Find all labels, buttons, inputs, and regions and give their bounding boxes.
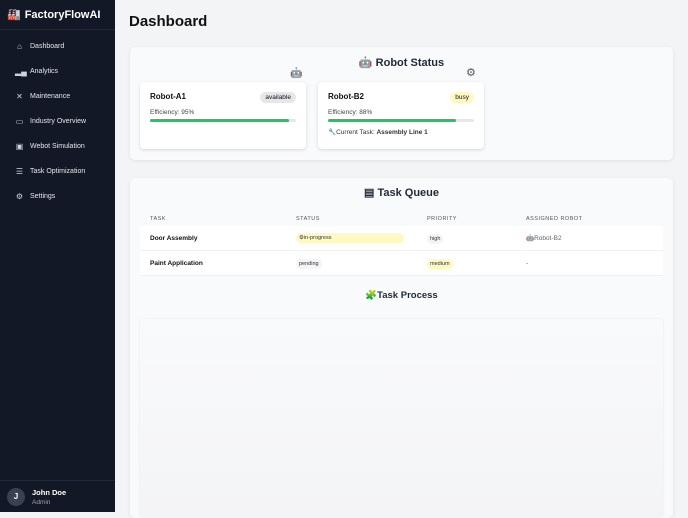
sidebar-item-analytics[interactable]: ▂▄ Analytics bbox=[0, 59, 115, 84]
page-title: Dashboard bbox=[129, 13, 208, 30]
cpu-icon: ▣ bbox=[15, 142, 24, 151]
col-task: TASK bbox=[150, 216, 166, 222]
task-value: Assembly Line 1 bbox=[376, 129, 428, 136]
bar-chart-icon: ▂▄ bbox=[15, 67, 27, 76]
sidebar-item-industry-overview[interactable]: ▭ Industry Overview bbox=[0, 109, 115, 134]
label: Webot Simulation bbox=[30, 143, 85, 150]
efficiency-fill bbox=[150, 119, 289, 122]
status-badge: available bbox=[260, 92, 296, 103]
gear-icon: ⚙ bbox=[15, 192, 24, 201]
sidebar-item-webot-simulation[interactable]: ▣ Webot Simulation bbox=[0, 134, 115, 159]
robot-card[interactable]: Robot-A1 available Efficiency: 95% bbox=[140, 82, 306, 149]
sidebar-item-settings[interactable]: ⚙ Settings bbox=[0, 184, 115, 209]
current-task: 🔧Current Task: Assembly Line 1 bbox=[328, 128, 474, 136]
efficiency-label: Efficiency: 88% bbox=[328, 109, 373, 116]
robot-icon: 🤖 bbox=[358, 57, 373, 69]
table-header: TASK STATUS PRIORITY ASSIGNED ROBOT bbox=[130, 212, 673, 226]
table-row[interactable]: Door Assembly ⚙in-progress high 🤖Robot-B… bbox=[140, 226, 663, 251]
status-text: in-progress bbox=[303, 235, 332, 241]
label: Analytics bbox=[30, 68, 59, 75]
robot-icon: 🤖 bbox=[290, 68, 303, 79]
priority-badge: medium bbox=[427, 258, 453, 269]
efficiency-bar bbox=[328, 119, 474, 122]
robot-status-heading: 🤖 Robot Status bbox=[130, 56, 673, 69]
puzzle-icon: 🧩 bbox=[365, 290, 378, 301]
home-icon: ⌂ bbox=[17, 42, 22, 51]
heading-text: Task Process bbox=[377, 290, 438, 301]
briefcase-icon: ▭ bbox=[15, 117, 24, 126]
robot-status-panel: 🤖 Robot Status 🤖 ⚙ Robot-A1 available Ef… bbox=[130, 47, 673, 160]
label: Settings bbox=[30, 193, 56, 200]
efficiency-bar bbox=[150, 119, 296, 122]
col-robot: ASSIGNED ROBOT bbox=[526, 216, 583, 222]
task-queue-heading: ▤ Task Queue bbox=[130, 186, 673, 199]
wrench-icon: 🔧 bbox=[328, 129, 337, 136]
col-status: STATUS bbox=[296, 216, 320, 222]
app-name: FactoryFlowAI bbox=[24, 8, 101, 21]
tools-icon: ✕ bbox=[16, 92, 23, 101]
sidebar: 🏭 FactoryFlowAI ⌂ Dashboard ▂▄ Analytics ✕ M… bbox=[0, 0, 115, 512]
status-badge: busy bbox=[450, 92, 474, 103]
label: Task Optimization bbox=[30, 168, 86, 175]
label: Dashboard bbox=[30, 43, 65, 50]
brand[interactable]: 🏭 FactoryFlowAI bbox=[0, 0, 115, 30]
assigned-robot: - bbox=[526, 259, 529, 267]
task-queue-panel: ▤ Task Queue TASK STATUS PRIORITY ASSIGN… bbox=[130, 178, 673, 518]
task-name: Paint Application bbox=[150, 259, 203, 267]
sidebar-item-task-optimization[interactable]: ☰ Task Optimization bbox=[0, 159, 115, 184]
user-role: Admin bbox=[32, 498, 51, 506]
efficiency-label: Efficiency: 95% bbox=[150, 109, 195, 116]
factory-icon: 🏭 bbox=[7, 9, 21, 21]
clipboard-icon: ▤ bbox=[363, 187, 375, 199]
robot-icon: 🤖 bbox=[526, 235, 535, 242]
task-process-heading: 🧩Task Process bbox=[130, 290, 673, 301]
task-process-canvas bbox=[140, 319, 663, 518]
label: Maintenance bbox=[30, 93, 71, 100]
sidebar-item-maintenance[interactable]: ✕ Maintenance bbox=[0, 84, 115, 109]
status-badge: ⚙in-progress bbox=[296, 233, 404, 243]
assigned-robot: Robot-B2 bbox=[534, 235, 562, 242]
avatar: J bbox=[7, 487, 25, 506]
table-row[interactable]: Paint Application pending medium - bbox=[140, 251, 663, 276]
robot-card[interactable]: Robot-B2 busy Efficiency: 88% 🔧Current T… bbox=[318, 82, 484, 149]
heading-text: Task Queue bbox=[377, 187, 439, 199]
priority-badge: high bbox=[427, 233, 444, 244]
label: Industry Overview bbox=[30, 118, 87, 125]
sidebar-item-dashboard[interactable]: ⌂ Dashboard bbox=[0, 34, 115, 59]
label: Current Task: bbox=[336, 129, 375, 136]
sliders-icon: ☰ bbox=[15, 167, 24, 176]
efficiency-fill bbox=[328, 119, 457, 122]
col-priority: PRIORITY bbox=[427, 216, 457, 222]
user-name: John Doe bbox=[32, 487, 67, 497]
task-name: Door Assembly bbox=[150, 234, 198, 242]
status-badge: pending bbox=[296, 258, 322, 269]
gear-icon: ⚙ bbox=[466, 67, 476, 79]
user-profile[interactable]: J John Doe Admin bbox=[0, 480, 115, 512]
heading-text: Robot Status bbox=[375, 57, 445, 69]
